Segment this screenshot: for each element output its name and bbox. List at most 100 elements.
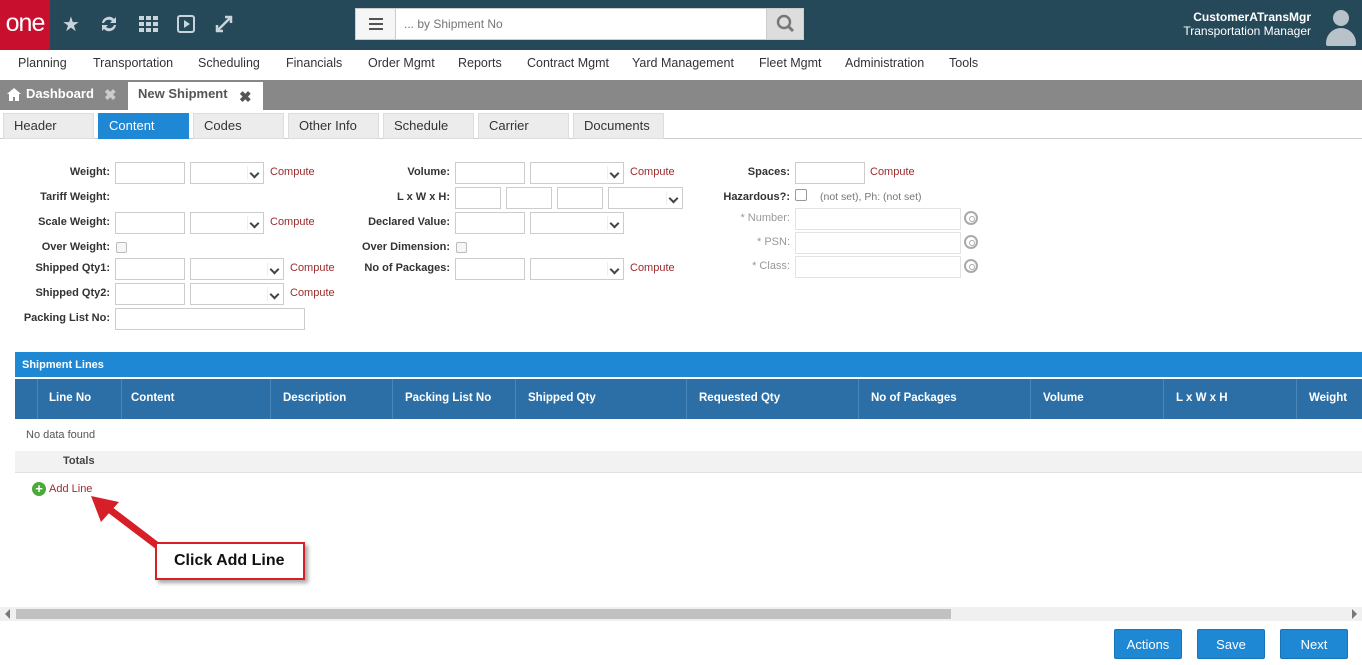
spaces-input[interactable] xyxy=(795,162,865,184)
weight-input[interactable] xyxy=(115,162,185,184)
horizontal-scrollbar[interactable] xyxy=(0,607,1362,621)
search-button[interactable] xyxy=(766,9,803,39)
no-of-packages-label: No of Packages: xyxy=(364,262,450,274)
user-name: CustomerATransMgr xyxy=(1193,10,1311,24)
column-description[interactable]: Description xyxy=(271,379,393,419)
close-icon[interactable]: ✖ xyxy=(104,86,117,104)
column-weight[interactable]: Weight xyxy=(1297,379,1362,419)
column-no-of-packages[interactable]: No of Packages xyxy=(859,379,1031,419)
menu-yard-management[interactable]: Yard Management xyxy=(632,56,734,70)
over-dimension-checkbox[interactable] xyxy=(456,242,467,253)
package-type-select[interactable] xyxy=(530,258,624,280)
shipped-qty1-compute-link[interactable]: Compute xyxy=(290,262,335,274)
volume-label: Volume: xyxy=(407,166,450,178)
volume-input[interactable] xyxy=(455,162,525,184)
declared-value-input[interactable] xyxy=(455,212,525,234)
shipped-qty2-compute-link[interactable]: Compute xyxy=(290,287,335,299)
packages-compute-link[interactable]: Compute xyxy=(630,262,675,274)
hazardous-checkbox[interactable] xyxy=(795,189,807,201)
lookup-icon[interactable] xyxy=(964,235,978,249)
main-menu: Planning Transportation Scheduling Finan… xyxy=(0,50,1362,80)
apps-grid-icon[interactable] xyxy=(136,13,160,37)
search-input[interactable] xyxy=(404,15,764,33)
spaces-compute-link[interactable]: Compute xyxy=(870,166,915,178)
hazmat-class-label: * Class: xyxy=(752,260,790,272)
menu-transportation[interactable]: Transportation xyxy=(93,56,173,70)
menu-tools[interactable]: Tools xyxy=(949,56,978,70)
no-of-packages-input[interactable] xyxy=(455,258,525,280)
close-icon[interactable]: ✖ xyxy=(239,88,252,106)
totals-label: Totals xyxy=(63,455,95,467)
column-requested-qty[interactable]: Requested Qty xyxy=(687,379,859,419)
hazmat-class-input[interactable] xyxy=(795,256,961,278)
menu-reports[interactable]: Reports xyxy=(458,56,502,70)
lwh-uom-select[interactable] xyxy=(608,187,683,209)
menu-contract-mgmt[interactable]: Contract Mgmt xyxy=(527,56,609,70)
weight-uom-select[interactable] xyxy=(190,162,264,184)
user-role: Transportation Manager xyxy=(1183,24,1311,38)
menu-order-mgmt[interactable]: Order Mgmt xyxy=(368,56,435,70)
scale-weight-label: Scale Weight: xyxy=(38,216,110,228)
tab-content[interactable]: Content xyxy=(98,113,189,139)
over-weight-checkbox[interactable] xyxy=(116,242,127,253)
menu-scheduling[interactable]: Scheduling xyxy=(198,56,260,70)
width-input[interactable] xyxy=(506,187,552,209)
save-button[interactable]: Save xyxy=(1197,629,1265,659)
packing-list-no-input[interactable] xyxy=(115,308,305,330)
volume-compute-link[interactable]: Compute xyxy=(630,166,675,178)
tab-carrier[interactable]: Carrier xyxy=(478,113,569,139)
user-info[interactable]: CustomerATransMgr Transportation Manager xyxy=(1183,10,1311,38)
expand-icon[interactable] xyxy=(212,13,236,37)
shipped-qty1-input[interactable] xyxy=(115,258,185,280)
height-input[interactable] xyxy=(557,187,603,209)
column-packing-list-no[interactable]: Packing List No xyxy=(393,379,516,419)
avatar[interactable] xyxy=(1324,8,1358,46)
shipped-qty1-uom-select[interactable] xyxy=(190,258,284,280)
search-menu-button[interactable] xyxy=(356,9,396,39)
column-volume[interactable]: Volume xyxy=(1031,379,1164,419)
star-icon[interactable]: ★ xyxy=(59,13,83,37)
column-shipped-qty[interactable]: Shipped Qty xyxy=(516,379,687,419)
column-lwh[interactable]: L x W x H xyxy=(1164,379,1297,419)
tab-new-shipment[interactable]: New Shipment ✖ xyxy=(128,82,263,110)
psn-input[interactable] xyxy=(795,232,961,254)
menu-financials[interactable]: Financials xyxy=(286,56,342,70)
column-line-no[interactable]: Line No xyxy=(38,379,122,419)
menu-planning[interactable]: Planning xyxy=(18,56,67,70)
next-button[interactable]: Next xyxy=(1280,629,1348,659)
scale-weight-input[interactable] xyxy=(115,212,185,234)
chevron-down-icon xyxy=(267,262,281,276)
scroll-left-icon[interactable] xyxy=(5,609,10,619)
column-content[interactable]: Content xyxy=(122,379,271,419)
totals-row: Totals xyxy=(15,451,1362,473)
shipped-qty2-uom-select[interactable] xyxy=(190,283,284,305)
menu-fleet-mgmt[interactable]: Fleet Mgmt xyxy=(759,56,822,70)
scale-weight-uom-select[interactable] xyxy=(190,212,264,234)
scale-weight-compute-link[interactable]: Compute xyxy=(270,216,315,228)
scrollbar-thumb[interactable] xyxy=(16,609,951,619)
no-data-message: No data found xyxy=(26,429,96,441)
chevron-down-icon xyxy=(247,216,261,230)
refresh-icon[interactable] xyxy=(97,13,121,37)
chevron-down-icon xyxy=(666,191,680,205)
select-column[interactable] xyxy=(15,379,38,419)
tab-schedule[interactable]: Schedule xyxy=(383,113,474,139)
length-input[interactable] xyxy=(455,187,501,209)
lookup-icon[interactable] xyxy=(964,211,978,225)
tab-header[interactable]: Header xyxy=(3,113,94,139)
menu-administration[interactable]: Administration xyxy=(845,56,924,70)
shipped-qty2-input[interactable] xyxy=(115,283,185,305)
scroll-right-icon[interactable] xyxy=(1352,609,1357,619)
volume-uom-select[interactable] xyxy=(530,162,624,184)
tab-other-info[interactable]: Other Info xyxy=(288,113,379,139)
tab-codes[interactable]: Codes xyxy=(193,113,284,139)
weight-compute-link[interactable]: Compute xyxy=(270,166,315,178)
lookup-icon[interactable] xyxy=(964,259,978,273)
currency-select[interactable] xyxy=(530,212,624,234)
tab-dashboard[interactable]: Dashboard ✖ xyxy=(0,80,126,110)
play-icon[interactable] xyxy=(174,13,198,37)
tab-documents[interactable]: Documents xyxy=(573,113,664,139)
logo[interactable]: one xyxy=(0,0,50,50)
actions-button[interactable]: Actions xyxy=(1114,629,1182,659)
hazmat-number-input[interactable] xyxy=(795,208,961,230)
